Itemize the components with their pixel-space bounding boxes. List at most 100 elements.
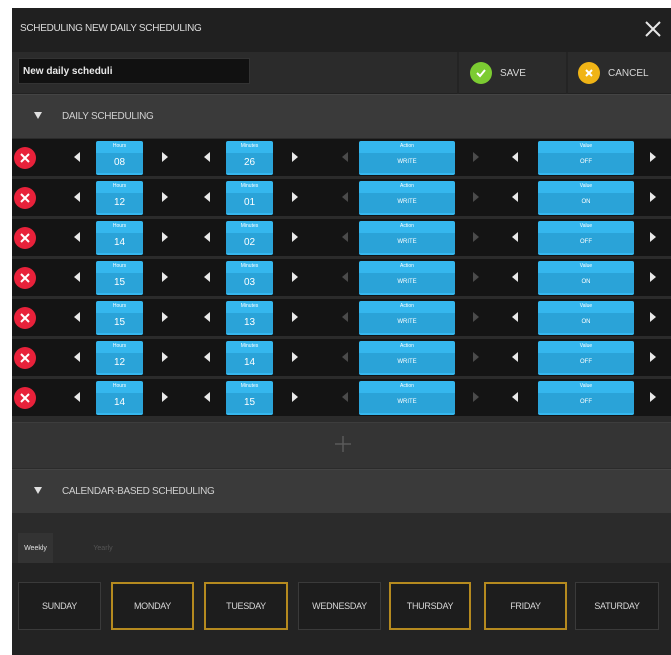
arrow-right-icon[interactable] (292, 192, 298, 202)
action-spinner[interactable]: Action WRITE (359, 221, 455, 255)
value-spinner[interactable]: Value OFF (538, 141, 634, 175)
arrow-left-icon[interactable] (512, 192, 518, 202)
arrow-right-icon[interactable] (162, 312, 168, 322)
arrow-left-icon[interactable] (512, 232, 518, 242)
action-spinner[interactable]: Action WRITE (359, 181, 455, 215)
arrow-left-icon[interactable] (342, 312, 348, 322)
arrow-right-icon[interactable] (473, 152, 479, 162)
minutes-spinner[interactable]: Minutes 15 (226, 381, 273, 415)
value-spinner[interactable]: Value ON (538, 181, 634, 215)
tab-yearly[interactable]: Yearly (85, 533, 121, 563)
day-saturday[interactable]: SATURDAY (575, 582, 659, 630)
arrow-left-icon[interactable] (512, 272, 518, 282)
hours-spinner[interactable]: Hours 15 (96, 301, 143, 335)
arrow-left-icon[interactable] (74, 352, 80, 362)
arrow-right-icon[interactable] (650, 192, 656, 202)
arrow-right-icon[interactable] (292, 272, 298, 282)
action-spinner[interactable]: Action WRITE (359, 141, 455, 175)
hours-spinner[interactable]: Hours 15 (96, 261, 143, 295)
delete-row-icon[interactable] (14, 187, 36, 209)
arrow-right-icon[interactable] (650, 312, 656, 322)
arrow-left-icon[interactable] (204, 152, 210, 162)
hours-spinner[interactable]: Hours 08 (96, 141, 143, 175)
value-spinner[interactable]: Value OFF (538, 381, 634, 415)
arrow-left-icon[interactable] (74, 192, 80, 202)
arrow-right-icon[interactable] (650, 392, 656, 402)
tab-weekly[interactable]: Weekly (18, 533, 53, 563)
arrow-left-icon[interactable] (74, 152, 80, 162)
arrow-right-icon[interactable] (162, 272, 168, 282)
minutes-spinner[interactable]: Minutes 14 (226, 341, 273, 375)
arrow-right-icon[interactable] (292, 312, 298, 322)
arrow-right-icon[interactable] (162, 352, 168, 362)
day-monday[interactable]: MONDAY (111, 582, 194, 630)
arrow-left-icon[interactable] (74, 232, 80, 242)
action-spinner[interactable]: Action WRITE (359, 381, 455, 415)
delete-row-icon[interactable] (14, 227, 36, 249)
daily-scheduling-header[interactable]: DAILY SCHEDULING (12, 94, 671, 138)
arrow-right-icon[interactable] (162, 192, 168, 202)
delete-row-icon[interactable] (14, 347, 36, 369)
calendar-scheduling-header[interactable]: CALENDAR-BASED SCHEDULING (12, 469, 671, 513)
arrow-right-icon[interactable] (292, 232, 298, 242)
close-icon[interactable] (641, 17, 665, 41)
hours-spinner[interactable]: Hours 14 (96, 221, 143, 255)
arrow-left-icon[interactable] (342, 192, 348, 202)
arrow-left-icon[interactable] (342, 352, 348, 362)
arrow-left-icon[interactable] (204, 192, 210, 202)
arrow-left-icon[interactable] (342, 152, 348, 162)
arrow-left-icon[interactable] (512, 312, 518, 322)
day-friday[interactable]: FRIDAY (484, 582, 567, 630)
value-spinner[interactable]: Value ON (538, 261, 634, 295)
arrow-left-icon[interactable] (342, 392, 348, 402)
schedule-name-input[interactable] (18, 58, 250, 84)
action-spinner[interactable]: Action WRITE (359, 341, 455, 375)
minutes-spinner[interactable]: Minutes 02 (226, 221, 273, 255)
day-sunday[interactable]: SUNDAY (18, 582, 101, 630)
arrow-left-icon[interactable] (512, 392, 518, 402)
arrow-right-icon[interactable] (473, 392, 479, 402)
arrow-right-icon[interactable] (292, 352, 298, 362)
arrow-right-icon[interactable] (473, 312, 479, 322)
arrow-right-icon[interactable] (162, 232, 168, 242)
plus-icon[interactable] (332, 433, 354, 455)
minutes-spinner[interactable]: Minutes 03 (226, 261, 273, 295)
arrow-right-icon[interactable] (650, 272, 656, 282)
arrow-right-icon[interactable] (473, 232, 479, 242)
arrow-left-icon[interactable] (342, 272, 348, 282)
arrow-left-icon[interactable] (204, 352, 210, 362)
arrow-left-icon[interactable] (512, 352, 518, 362)
delete-row-icon[interactable] (14, 307, 36, 329)
arrow-right-icon[interactable] (473, 272, 479, 282)
arrow-left-icon[interactable] (342, 232, 348, 242)
minutes-spinner[interactable]: Minutes 26 (226, 141, 273, 175)
cancel-button[interactable]: CANCEL (578, 52, 649, 94)
delete-row-icon[interactable] (14, 267, 36, 289)
day-thursday[interactable]: THURSDAY (389, 582, 471, 630)
arrow-left-icon[interactable] (74, 312, 80, 322)
arrow-right-icon[interactable] (162, 152, 168, 162)
hours-spinner[interactable]: Hours 12 (96, 181, 143, 215)
minutes-spinner[interactable]: Minutes 13 (226, 301, 273, 335)
save-button[interactable]: SAVE (470, 52, 526, 94)
arrow-left-icon[interactable] (204, 392, 210, 402)
action-spinner[interactable]: Action WRITE (359, 301, 455, 335)
arrow-left-icon[interactable] (204, 272, 210, 282)
value-spinner[interactable]: Value OFF (538, 341, 634, 375)
value-spinner[interactable]: Value OFF (538, 221, 634, 255)
hours-spinner[interactable]: Hours 14 (96, 381, 143, 415)
arrow-right-icon[interactable] (650, 352, 656, 362)
arrow-right-icon[interactable] (473, 192, 479, 202)
day-tuesday[interactable]: TUESDAY (204, 582, 288, 630)
arrow-left-icon[interactable] (74, 392, 80, 402)
arrow-right-icon[interactable] (292, 392, 298, 402)
arrow-right-icon[interactable] (162, 392, 168, 402)
arrow-left-icon[interactable] (204, 232, 210, 242)
arrow-right-icon[interactable] (650, 232, 656, 242)
delete-row-icon[interactable] (14, 387, 36, 409)
action-spinner[interactable]: Action WRITE (359, 261, 455, 295)
arrow-right-icon[interactable] (650, 152, 656, 162)
arrow-left-icon[interactable] (204, 312, 210, 322)
hours-spinner[interactable]: Hours 12 (96, 341, 143, 375)
minutes-spinner[interactable]: Minutes 01 (226, 181, 273, 215)
